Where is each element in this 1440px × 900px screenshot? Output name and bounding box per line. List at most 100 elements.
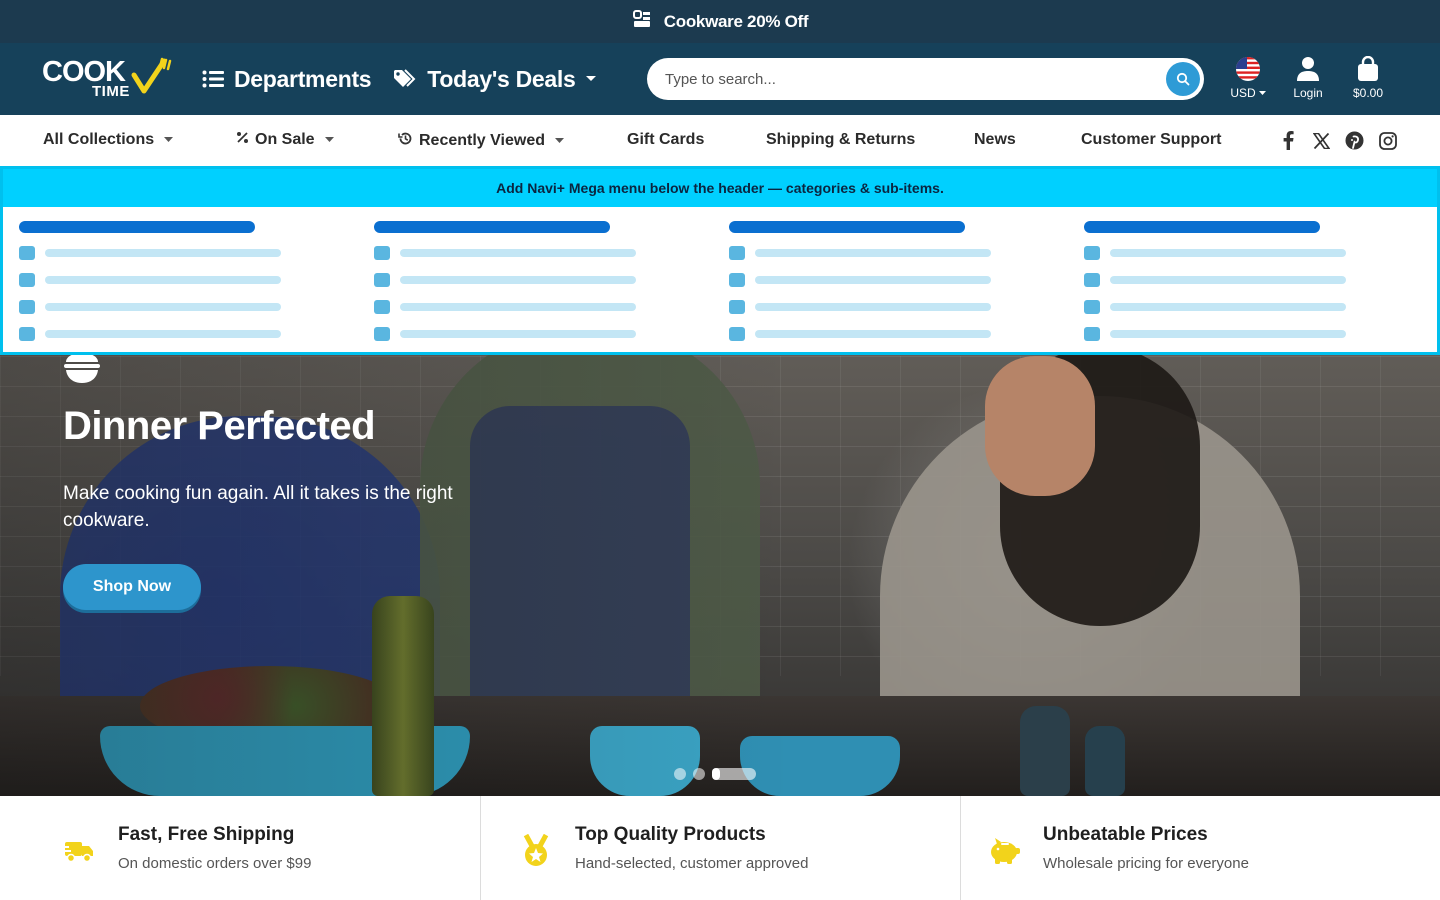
feature-item: Fast, Free Shipping On domestic orders o…: [0, 796, 480, 900]
nav-shipping-returns-label: Shipping & Returns: [766, 131, 916, 148]
feature-title: Top Quality Products: [575, 824, 766, 845]
mega-menu-subitem-placeholder: [374, 273, 688, 287]
chevron-down-icon: [164, 137, 174, 143]
carousel-dot[interactable]: [693, 768, 705, 780]
hero-subtitle: Make cooking fun again. All it takes is …: [63, 483, 453, 531]
hero-title: Dinner Perfected: [63, 404, 376, 448]
nav-customer-support-label: Customer Support: [1081, 131, 1222, 148]
nav-gift-cards-label: Gift Cards: [627, 131, 705, 148]
mega-menu-subitem-placeholder: [374, 300, 688, 314]
mega-menu-subitem-placeholder: [1084, 327, 1398, 341]
nav-recently-viewed[interactable]: Recently Viewed: [398, 131, 564, 151]
nav-news-label: News: [974, 131, 1016, 148]
mega-menu-subitem-placeholder: [19, 273, 333, 287]
mega-menu-column: [3, 221, 333, 341]
secondary-nav: All Collections On Sale Recently Viewed …: [0, 115, 1440, 167]
piggy-bank-icon: [987, 834, 1021, 868]
currency-label: USD: [1230, 86, 1256, 100]
feature-subtitle: Hand-selected, customer approved: [575, 855, 809, 872]
search-button[interactable]: [1166, 62, 1200, 96]
nav-on-sale[interactable]: On Sale: [236, 131, 334, 149]
feature-item: Unbeatable Prices Wholesale pricing for …: [960, 796, 1440, 900]
x-icon[interactable]: [1311, 130, 1332, 151]
tags-icon: [393, 69, 417, 89]
currency-selector[interactable]: USD: [1218, 56, 1278, 100]
login-link[interactable]: Login: [1278, 56, 1338, 100]
nav-gift-cards[interactable]: Gift Cards: [627, 131, 704, 149]
mega-menu-subitem-placeholder: [19, 327, 333, 341]
feature-title: Unbeatable Prices: [1043, 824, 1208, 845]
mega-menu-category-placeholder: [19, 221, 255, 233]
mega-menu-notice: Add Navi+ Mega menu below the header — c…: [3, 169, 1437, 207]
list-icon: [202, 70, 224, 88]
hero-content: Dinner Perfected Make cooking fun again.…: [63, 352, 483, 610]
truck-icon: [62, 834, 96, 868]
mega-menu-subitem-placeholder: [729, 273, 1043, 287]
history-icon: [398, 131, 413, 151]
departments-menu[interactable]: Departments: [202, 65, 372, 93]
departments-label: Departments: [234, 65, 372, 92]
nav-news[interactable]: News: [974, 131, 1016, 149]
search-icon: [1176, 72, 1190, 86]
search-input[interactable]: [665, 70, 1166, 88]
announcement-text[interactable]: Cookware 20% Off: [664, 12, 809, 32]
user-icon: [1297, 57, 1319, 81]
mega-menu-subitem-placeholder: [1084, 273, 1398, 287]
mega-menu-subitem-placeholder: [19, 300, 333, 314]
nav-all-collections[interactable]: All Collections: [43, 131, 174, 149]
feature-subtitle: On domestic orders over $99: [118, 855, 312, 872]
mega-menu-subitem-placeholder: [374, 327, 688, 341]
shopping-bag-icon: [1358, 56, 1378, 81]
nav-shipping-returns[interactable]: Shipping & Returns: [766, 131, 915, 149]
carousel-indicators: [674, 768, 756, 780]
mega-menu-subitem-placeholder: [729, 300, 1043, 314]
social-links: [1278, 130, 1398, 151]
shop-now-button[interactable]: Shop Now: [63, 564, 201, 610]
mega-menu-column: [713, 221, 1043, 341]
mega-menu-placeholder: Add Navi+ Mega menu below the header — c…: [0, 166, 1440, 355]
announcement-bar[interactable]: Cookware 20% Off: [0, 0, 1440, 43]
caret-down-icon: [1258, 90, 1266, 95]
feature-item: Top Quality Products Hand-selected, cust…: [480, 796, 960, 900]
percent-icon: [236, 131, 249, 149]
nav-all-collections-label: All Collections: [43, 131, 155, 148]
mega-menu-subitem-placeholder: [19, 246, 333, 260]
main-header: COOK TIME Departments Today's Deals Type…: [0, 43, 1440, 115]
nav-customer-support[interactable]: Customer Support: [1081, 131, 1221, 149]
chevron-down-icon: [324, 137, 334, 143]
mega-menu-category-placeholder: [1084, 221, 1320, 233]
pinterest-icon[interactable]: [1344, 130, 1365, 151]
mega-menu-column: [1068, 221, 1398, 341]
carousel-dot-active[interactable]: [712, 768, 756, 780]
mega-menu-subitem-placeholder: [1084, 300, 1398, 314]
mega-menu-subitem-placeholder: [374, 246, 688, 260]
header-actions: USD Login $0.00: [1218, 56, 1398, 100]
us-flag-icon: [1236, 57, 1260, 81]
nav-recently-viewed-label: Recently Viewed: [419, 132, 545, 149]
instagram-icon[interactable]: [1377, 130, 1398, 151]
todays-deals-menu[interactable]: Today's Deals: [393, 66, 597, 93]
mega-menu-subitem-placeholder: [729, 327, 1043, 341]
todays-deals-label: Today's Deals: [427, 65, 576, 92]
carousel-dot[interactable]: [674, 768, 686, 780]
discount-icon: [632, 9, 652, 34]
mega-menu-category-placeholder: [729, 221, 965, 233]
facebook-icon[interactable]: [1278, 130, 1299, 151]
medal-icon: [519, 834, 553, 868]
login-label: Login: [1293, 86, 1323, 100]
mega-menu-subitem-placeholder: [729, 246, 1043, 260]
feature-title: Fast, Free Shipping: [118, 824, 295, 845]
mega-menu-category-placeholder: [374, 221, 610, 233]
site-logo[interactable]: COOK TIME: [42, 57, 174, 101]
mega-menu-subitem-placeholder: [1084, 246, 1398, 260]
chevron-down-icon: [554, 138, 564, 144]
features-strip: Fast, Free Shipping On domestic orders o…: [0, 796, 1440, 900]
bowl-icon: [63, 352, 101, 384]
cart-link[interactable]: $0.00: [1338, 56, 1398, 100]
cart-total: $0.00: [1352, 86, 1384, 100]
mega-menu-columns: [3, 207, 1437, 352]
mega-menu-column: [358, 221, 688, 341]
fork-check-icon: [131, 57, 172, 94]
logo-word-time: TIME: [92, 83, 130, 100]
feature-subtitle: Wholesale pricing for everyone: [1043, 855, 1249, 872]
